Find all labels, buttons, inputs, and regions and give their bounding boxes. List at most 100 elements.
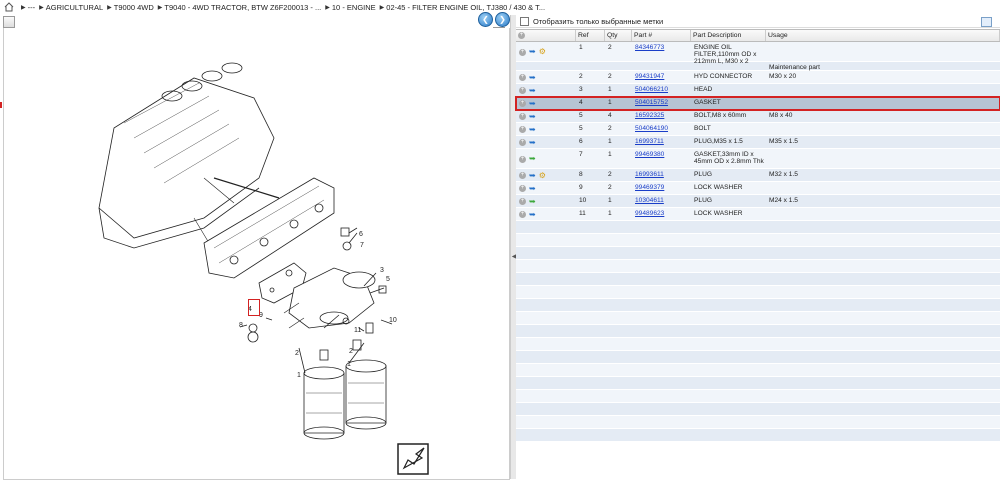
cell-usage: M35 x 1.5 bbox=[766, 136, 1000, 148]
callout-8[interactable]: 8 bbox=[239, 322, 243, 329]
maintenance-gear-icon[interactable]: ⚙ bbox=[539, 48, 546, 56]
breadcrumb-item[interactable]: AGRICULTURAL bbox=[46, 3, 103, 12]
header-ref[interactable]: Ref bbox=[576, 30, 605, 41]
table-row[interactable]: + ➥ 11 1 99489623 LOCK WASHER bbox=[516, 208, 1000, 221]
expand-row-icon[interactable]: + bbox=[519, 155, 526, 163]
cell-part[interactable]: 504064190 bbox=[632, 123, 691, 135]
cell-desc: LOCK WASHER bbox=[691, 208, 766, 220]
table-row[interactable]: + ➥ 5 4 16592325 BOLT,M8 x 60mm M8 x 40 bbox=[516, 110, 1000, 123]
expand-row-icon[interactable]: + bbox=[519, 113, 526, 120]
add-to-cart-icon[interactable]: ➥ bbox=[529, 99, 536, 108]
cell-text: M35 x 1.5 bbox=[769, 138, 798, 145]
expand-row-icon[interactable]: + bbox=[519, 100, 526, 107]
add-to-cart-icon[interactable]: ➥ bbox=[529, 112, 536, 121]
add-to-cart-icon[interactable]: ➥ bbox=[529, 184, 536, 193]
expand-row-icon[interactable]: + bbox=[519, 185, 526, 192]
part-number-link[interactable]: 99489623 bbox=[635, 210, 664, 217]
breadcrumb-item[interactable]: T9040 - 4WD TRACTOR, BTW Z6F200013 - ... bbox=[164, 3, 321, 12]
callout-11[interactable]: 11 bbox=[354, 327, 361, 334]
cell-part[interactable]: 99469380 bbox=[632, 149, 691, 168]
table-row[interactable]: Maintenance part bbox=[516, 62, 1000, 71]
cell-text: PLUG bbox=[694, 171, 712, 178]
callout-2a[interactable]: 2 bbox=[295, 350, 299, 357]
callout-6[interactable]: 6 bbox=[359, 231, 363, 238]
expand-row-icon[interactable]: + bbox=[519, 198, 526, 205]
header-desc[interactable]: Part Description bbox=[691, 30, 766, 41]
table-row[interactable]: + ➥ 9 2 99469379 LOCK WASHER bbox=[516, 182, 1000, 195]
table-row[interactable]: + ➥ 10 1 10304611 PLUG M24 x 1.5 bbox=[516, 195, 1000, 208]
cell-part[interactable]: 99431947 bbox=[632, 71, 691, 83]
add-to-cart-icon[interactable]: ➥ bbox=[529, 48, 536, 56]
empty-row bbox=[516, 351, 1000, 364]
expand-row-icon[interactable]: + bbox=[519, 172, 526, 179]
table-row[interactable]: + ➥ ⚙ 1 2 84346773 ENGINE OIL FILTER,110mm OD … bbox=[516, 42, 1000, 65]
table-row[interactable]: + ➥ 5 2 504064190 BOLT bbox=[516, 123, 1000, 136]
prev-page-button[interactable]: ❮ bbox=[478, 12, 493, 27]
part-number-link[interactable]: 504066210 bbox=[635, 86, 668, 93]
cell-part[interactable]: 16993711 bbox=[632, 136, 691, 148]
cell-part[interactable]: 504066210 bbox=[632, 84, 691, 96]
cell-part[interactable]: 99469379 bbox=[632, 182, 691, 194]
cell-part[interactable]: 16993611 bbox=[632, 169, 691, 181]
header-part[interactable]: Part # bbox=[632, 30, 691, 41]
callout-7[interactable]: 7 bbox=[360, 242, 364, 249]
callout-3[interactable]: 3 bbox=[380, 267, 384, 274]
callout-1b[interactable]: 1 bbox=[347, 361, 351, 368]
breadcrumb-item[interactable]: 10 - ENGINE bbox=[332, 3, 376, 12]
add-to-cart-icon[interactable]: ➥ bbox=[529, 125, 536, 134]
header-usage[interactable]: Usage bbox=[766, 30, 1000, 41]
add-to-cart-icon[interactable]: ➥ bbox=[529, 210, 536, 219]
cell-desc: BOLT,M8 x 60mm bbox=[691, 110, 766, 122]
table-row[interactable]: + ➥ ⚙ 8 2 16993611 PLUG M32 x 1.5 bbox=[516, 169, 1000, 182]
part-number-link[interactable]: 16993611 bbox=[635, 171, 664, 178]
zoom-icon[interactable] bbox=[397, 443, 429, 475]
table-row[interactable]: + ➥ 6 1 16993711 PLUG,M35 x 1.5 M35 x 1.5 bbox=[516, 136, 1000, 149]
show-selected-checkbox[interactable] bbox=[520, 16, 529, 26]
maintenance-gear-icon[interactable]: ⚙ bbox=[539, 171, 546, 180]
expand-row-icon[interactable]: + bbox=[519, 139, 526, 146]
part-number-link[interactable]: 84346773 bbox=[635, 44, 664, 51]
expand-icon[interactable] bbox=[3, 16, 15, 28]
cell-part[interactable]: 10304611 bbox=[632, 195, 691, 207]
cell-part[interactable]: 99489623 bbox=[632, 208, 691, 220]
expand-row-icon[interactable]: + bbox=[519, 211, 526, 218]
table-row[interactable]: + ➥ 4 1 504015752 GASKET bbox=[515, 96, 1000, 111]
part-number-link[interactable]: 10304611 bbox=[635, 197, 664, 204]
substitute-part-icon[interactable]: ➥ bbox=[529, 197, 536, 206]
callout-5[interactable]: 5 bbox=[386, 276, 390, 283]
expand-row-icon[interactable]: + bbox=[519, 87, 526, 94]
table-row[interactable]: + ➥ 2 2 99431947 HYD CONNECTOR M30 x 20 bbox=[516, 71, 1000, 84]
callout-1a[interactable]: 1 bbox=[297, 372, 301, 379]
part-number-link[interactable]: 504015752 bbox=[635, 99, 668, 106]
part-number-link[interactable]: 504064190 bbox=[635, 125, 668, 132]
cell-part[interactable]: 16592325 bbox=[632, 110, 691, 122]
next-page-button[interactable]: ❯ bbox=[495, 12, 510, 27]
add-to-cart-icon[interactable]: ➥ bbox=[529, 171, 536, 180]
breadcrumb-item[interactable]: T9000 4WD bbox=[114, 3, 154, 12]
table-row[interactable]: + ➥ 3 1 504066210 HEAD bbox=[516, 84, 1000, 97]
home-icon[interactable] bbox=[4, 2, 14, 12]
callout-2b[interactable]: 2 bbox=[349, 348, 353, 355]
add-to-cart-icon[interactable]: ➥ bbox=[529, 138, 536, 147]
breadcrumb-item[interactable]: 02-45 - FILTER ENGINE OIL, TJ380 / 430 &… bbox=[386, 3, 545, 12]
expand-row-icon[interactable]: + bbox=[519, 48, 526, 56]
expand-row-icon[interactable]: + bbox=[519, 126, 526, 133]
part-number-link[interactable]: 99431947 bbox=[635, 73, 664, 80]
cell-part[interactable]: 504015752 bbox=[632, 97, 691, 109]
callout-10[interactable]: 10 bbox=[389, 317, 397, 324]
part-number-link[interactable]: 99469379 bbox=[635, 184, 664, 191]
substitute-part-icon[interactable]: ➥ bbox=[529, 155, 536, 163]
header-qty[interactable]: Qty bbox=[605, 30, 632, 41]
breadcrumb-item[interactable]: --- bbox=[28, 3, 36, 12]
table-row[interactable]: + ➥ 7 1 99469380 GASKET,33mm ID x 45mm OD x 2… bbox=[516, 149, 1000, 169]
part-number-link[interactable]: 16993711 bbox=[635, 138, 664, 145]
expand-all-icon[interactable]: + bbox=[518, 32, 525, 39]
add-to-cart-icon[interactable]: ➥ bbox=[529, 86, 536, 95]
filter-options-icon[interactable] bbox=[981, 17, 992, 27]
cell-part[interactable]: 84346773 bbox=[632, 42, 691, 61]
cell-part[interactable] bbox=[632, 62, 691, 70]
part-number-link[interactable]: 16592325 bbox=[635, 112, 664, 119]
part-number-link[interactable]: 99469380 bbox=[635, 151, 664, 158]
add-to-cart-icon[interactable]: ➥ bbox=[529, 73, 536, 82]
expand-row-icon[interactable]: + bbox=[519, 74, 526, 81]
